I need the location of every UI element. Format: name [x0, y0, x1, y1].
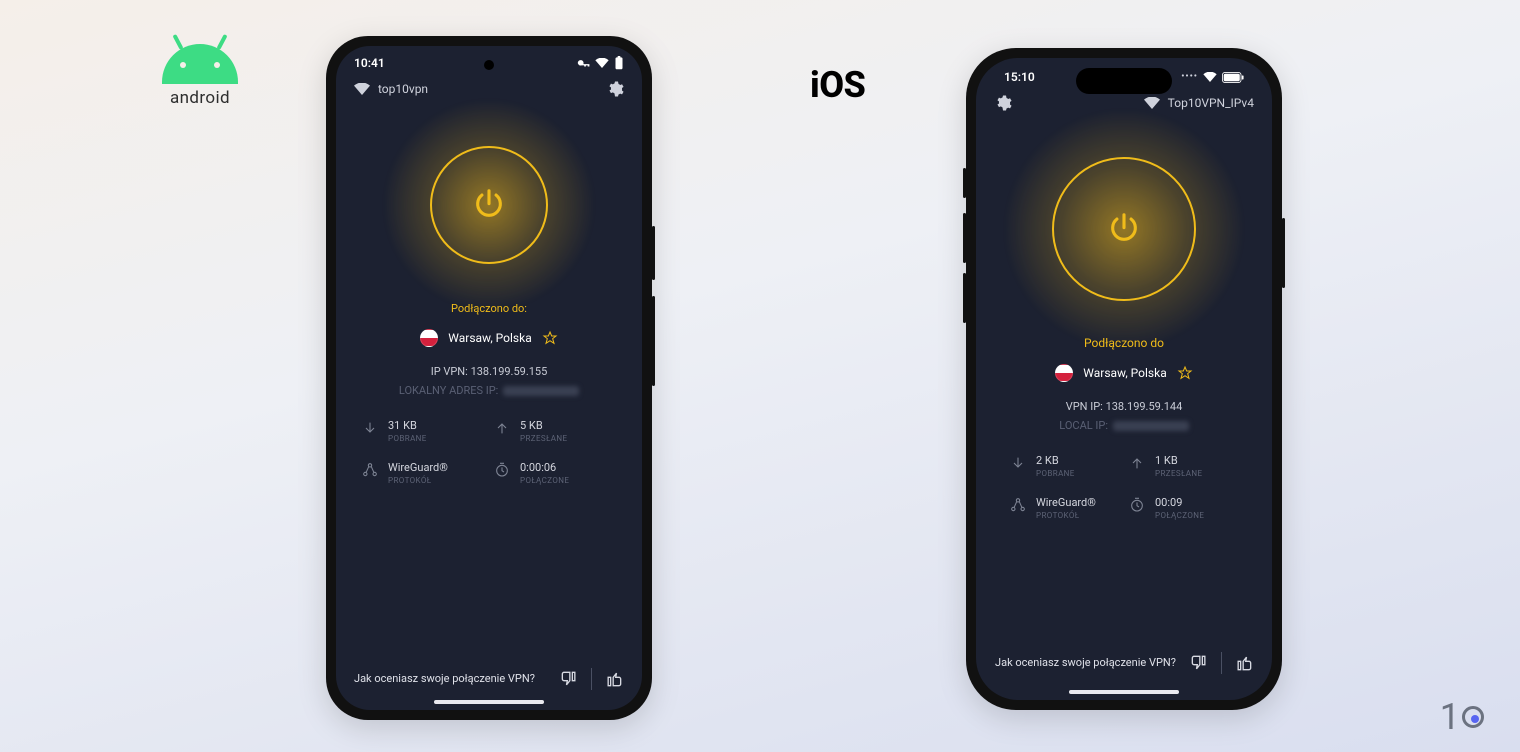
nodes-icon: [1010, 497, 1026, 513]
battery-icon: [614, 56, 624, 70]
local-ip-row: LOKALNY ADRES IP:: [336, 384, 642, 397]
watermark-logo: 1: [1440, 696, 1484, 738]
wifi-icon: [1203, 72, 1217, 82]
status-time: 10:41: [354, 56, 385, 70]
android-screen: 10:41 top10vpn Podłączono do:: [336, 46, 642, 710]
timer-icon: [1129, 497, 1145, 513]
vpn-key-icon: [576, 58, 590, 68]
home-indicator[interactable]: [434, 700, 544, 704]
rating-question: Jak oceniasz swoje połączenie VPN?: [354, 672, 547, 687]
gear-icon[interactable]: [994, 94, 1012, 112]
power-button[interactable]: [1052, 157, 1196, 301]
arrow-up-icon: [494, 420, 510, 436]
home-indicator[interactable]: [1069, 690, 1179, 694]
nodes-icon: [362, 462, 378, 478]
cellular-dots-icon: ••••: [1181, 72, 1198, 82]
redacted-ip: [503, 386, 579, 396]
gear-icon[interactable]: [606, 80, 624, 98]
location-row[interactable]: Warsaw, Polska: [976, 364, 1272, 382]
power-icon: [1107, 212, 1141, 246]
arrow-up-icon: [1129, 455, 1145, 471]
stat-download: 2 KBPOBRANE: [1010, 454, 1119, 478]
wifi-icon: [595, 58, 609, 68]
battery-icon: [1222, 72, 1244, 83]
stat-protocol: WireGuard®PROTOKÓŁ: [1010, 496, 1119, 520]
vpn-ip-row: IP VPN: 138.199.59.155: [336, 365, 642, 378]
thumbs-up-icon[interactable]: [604, 669, 624, 689]
local-ip-row: LOCAL IP:: [976, 419, 1272, 432]
ios-label: iOS: [810, 64, 865, 106]
status-time: 15:10: [1004, 70, 1035, 84]
android-label: android: [170, 88, 230, 108]
arrow-down-icon: [362, 420, 378, 436]
arrow-down-icon: [1010, 455, 1026, 471]
location-row[interactable]: Warsaw, Polska: [336, 329, 642, 347]
network-name: Top10VPN_IPv4: [1168, 96, 1254, 110]
thumbs-down-icon[interactable]: [559, 669, 579, 689]
power-icon: [472, 188, 506, 222]
android-logo: android: [162, 44, 238, 108]
network-name: top10vpn: [378, 82, 428, 96]
location-text: Warsaw, Polska: [1083, 366, 1166, 380]
thumbs-up-icon[interactable]: [1234, 653, 1254, 673]
stat-download: 31 KBPOBRANE: [362, 419, 484, 443]
flag-poland-icon: [1055, 364, 1073, 382]
vpn-ip-row: VPN IP: 138.199.59.144: [976, 400, 1272, 413]
ios-screen: 15:10 •••• Top10VPN_IPv4 Podłączono do: [976, 58, 1272, 700]
power-button[interactable]: [430, 146, 548, 264]
android-phone-frame: 10:41 top10vpn Podłączono do:: [326, 36, 652, 720]
redacted-ip: [1113, 421, 1189, 431]
star-outline-icon[interactable]: [1177, 365, 1193, 381]
stat-protocol: WireGuard®PROTOKÓŁ: [362, 461, 484, 485]
flag-poland-icon: [420, 329, 438, 347]
location-text: Warsaw, Polska: [448, 331, 531, 345]
star-outline-icon[interactable]: [542, 330, 558, 346]
stat-duration: 0:00:06POŁĄCZONE: [494, 461, 616, 485]
stat-duration: 00:09POŁĄCZONE: [1129, 496, 1238, 520]
ios-phone-frame: 15:10 •••• Top10VPN_IPv4 Podłączono do: [966, 48, 1282, 710]
network-wifi-icon: [354, 83, 370, 95]
timer-icon: [494, 462, 510, 478]
thumbs-down-icon[interactable]: [1189, 653, 1209, 673]
stat-upload: 1 KBPRZESŁANE: [1129, 454, 1238, 478]
rating-question: Jak oceniasz swoje połączenie VPN?: [994, 656, 1177, 671]
stat-upload: 5 KBPRZESŁANE: [494, 419, 616, 443]
